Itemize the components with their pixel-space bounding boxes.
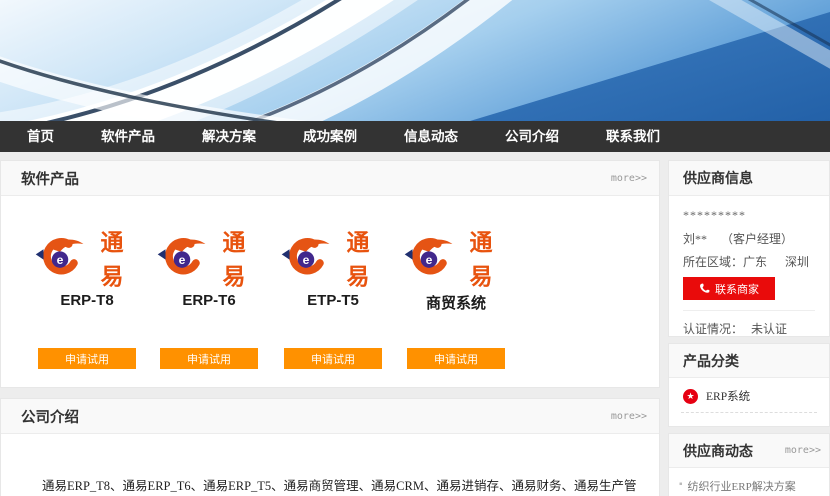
product-name: ERP-T8 <box>34 292 140 309</box>
tongyi-logo: e 通易 <box>34 232 140 282</box>
product-name: 商贸系统 <box>403 292 509 313</box>
trial-button-erp-t8[interactable]: 申请试用 <box>38 348 136 369</box>
tongyi-logo-icon: e <box>403 235 455 279</box>
products-panel-title: 软件产品 <box>1 168 79 189</box>
nav-item-cases[interactable]: 成功案例 <box>303 121 357 152</box>
nav-item-home[interactable]: 首页 <box>27 121 54 152</box>
svg-text:e: e <box>303 253 310 267</box>
company-more-link[interactable]: more>> <box>611 411 659 422</box>
supplier-info-panel: 供应商信息 ********* 刘** （客户经理） 所在区域：广东 深圳 联系商家… <box>668 160 830 337</box>
supplier-panel-title: 供应商信息 <box>669 168 753 188</box>
cert-status: 未认证 <box>751 322 787 336</box>
supplier-contact-role: （客户经理） <box>721 232 793 246</box>
update-item-textile-erp[interactable]: ▪ 纺织行业ERP解决方案 <box>679 478 821 494</box>
main-navigation: 首页 软件产品 解决方案 成功案例 信息动态 公司介绍 联系我们 <box>0 121 830 152</box>
product-card-trade-system[interactable]: e 通易 商贸系统 <box>403 232 509 313</box>
phone-icon <box>699 283 710 294</box>
supplier-contact-name: 刘** <box>683 232 707 246</box>
star-badge-icon: ★ <box>683 389 698 404</box>
tongyi-logo-text: 通易 <box>457 223 509 291</box>
supplier-masked-name: ********* <box>683 206 815 224</box>
categories-panel-title: 产品分类 <box>669 351 739 371</box>
svg-text:e: e <box>179 253 186 267</box>
updates-panel-title: 供应商动态 <box>669 441 753 461</box>
supplier-region-line: 所在区域：广东 深圳 <box>683 253 815 271</box>
company-intro-text: 通易ERP_T8、通易ERP_T6、通易ERP_T5、通易商贸管理、通易CRM、… <box>1 434 659 496</box>
updates-more-link[interactable]: more>> <box>785 445 829 456</box>
category-label: ERP系统 <box>706 388 750 404</box>
tongyi-logo-text: 通易 <box>334 223 386 291</box>
nav-item-products[interactable]: 软件产品 <box>101 121 155 152</box>
tongyi-logo: e 通易 <box>156 232 262 282</box>
supplier-updates-panel: 供应商动态 more>> ▪ 纺织行业ERP解决方案 <box>668 433 830 496</box>
banner-swoosh-graphic <box>0 0 830 121</box>
company-intro-panel: 公司介绍 more>> 通易ERP_T8、通易ERP_T6、通易ERP_T5、通… <box>0 398 660 496</box>
company-panel-title: 公司介绍 <box>1 406 79 427</box>
supplier-contact-line: 刘** （客户经理） <box>683 230 815 248</box>
hero-banner <box>0 0 830 121</box>
contact-seller-label: 联系商家 <box>715 281 759 297</box>
product-name: ETP-T5 <box>280 292 386 309</box>
categories-panel-header: 产品分类 <box>669 344 829 378</box>
product-card-erp-t8[interactable]: e 通易 ERP-T8 <box>34 232 140 309</box>
product-categories-panel: 产品分类 ★ ERP系统 <box>668 343 830 427</box>
nav-item-solutions[interactable]: 解决方案 <box>202 121 256 152</box>
products-panel-header: 软件产品 more>> <box>1 161 659 196</box>
svg-text:e: e <box>426 253 433 267</box>
products-body: e 通易 ERP-T8 e 通易 ERP-T6 <box>1 196 659 388</box>
nav-item-contact[interactable]: 联系我们 <box>606 121 660 152</box>
updates-panel-header: 供应商动态 more>> <box>669 434 829 468</box>
bullet-icon: ▪ <box>679 478 683 492</box>
product-name: ERP-T6 <box>156 292 262 309</box>
divider <box>683 310 815 311</box>
nav-item-news[interactable]: 信息动态 <box>404 121 458 152</box>
software-products-panel: 软件产品 more>> e 通易 ERP-T8 <box>0 160 660 388</box>
nav-item-about[interactable]: 公司介绍 <box>505 121 559 152</box>
supplier-panel-header: 供应商信息 <box>669 161 829 196</box>
company-panel-header: 公司介绍 more>> <box>1 399 659 434</box>
tongyi-logo-text: 通易 <box>88 223 140 291</box>
trial-button-erp-t6[interactable]: 申请试用 <box>160 348 258 369</box>
trial-button-trade-system[interactable]: 申请试用 <box>407 348 505 369</box>
region-city: 深圳 <box>785 255 809 269</box>
contact-seller-button[interactable]: 联系商家 <box>683 277 775 300</box>
supplier-body: ********* 刘** （客户经理） 所在区域：广东 深圳 联系商家 认证情况：… <box>669 196 829 338</box>
category-item-erp[interactable]: ★ ERP系统 <box>681 386 817 413</box>
tongyi-logo: e 通易 <box>403 232 509 282</box>
tongyi-logo-icon: e <box>280 235 332 279</box>
cert-label: 认证情况： <box>683 322 743 336</box>
region-province: 广东 <box>743 255 767 269</box>
tongyi-logo-icon: e <box>156 235 208 279</box>
svg-text:e: e <box>57 253 64 267</box>
product-card-etp-t5[interactable]: e 通易 ETP-T5 <box>280 232 386 309</box>
tongyi-logo-text: 通易 <box>210 223 262 291</box>
certification-line: 认证情况： 未认证 <box>683 320 815 338</box>
trial-button-etp-t5[interactable]: 申请试用 <box>284 348 382 369</box>
update-item-label: 纺织行业ERP解决方案 <box>688 478 796 494</box>
product-card-erp-t6[interactable]: e 通易 ERP-T6 <box>156 232 262 309</box>
tongyi-logo-icon: e <box>34 235 86 279</box>
region-label: 所在区域： <box>683 255 743 269</box>
tongyi-logo: e 通易 <box>280 232 386 282</box>
products-more-link[interactable]: more>> <box>611 173 659 184</box>
